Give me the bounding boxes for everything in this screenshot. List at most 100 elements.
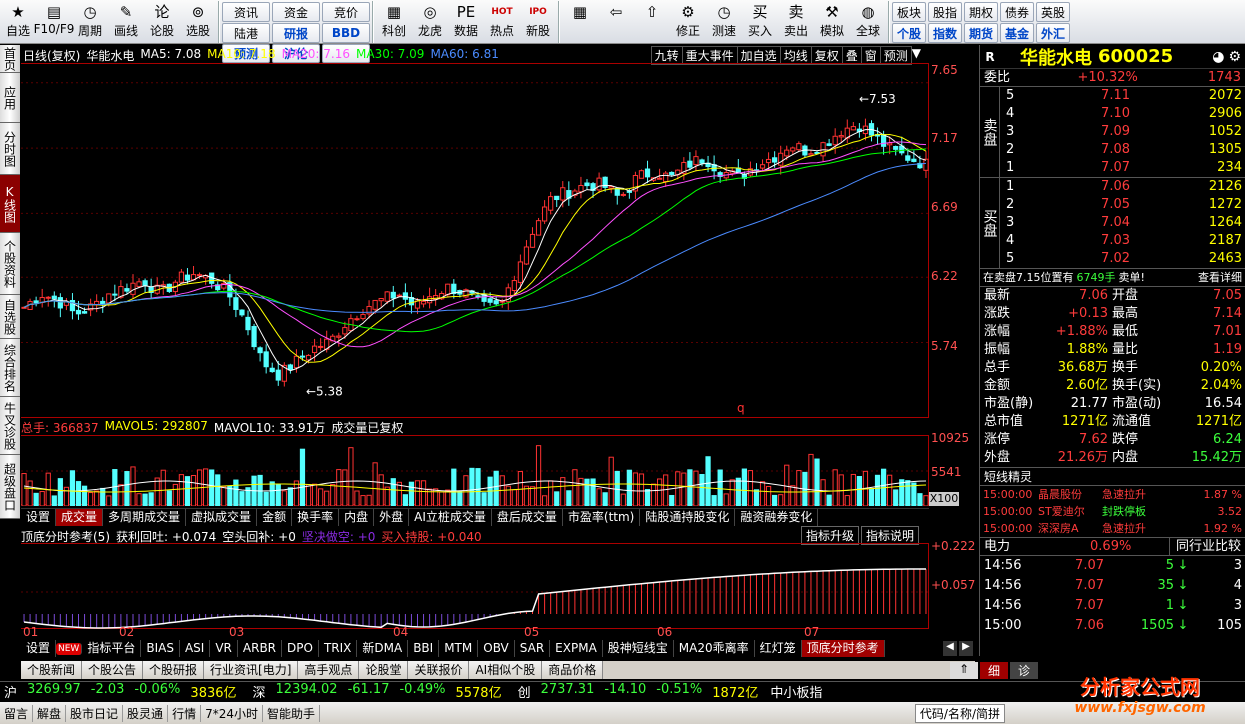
- news-tab-8[interactable]: 商品价格: [542, 661, 604, 679]
- gear-icon[interactable]: ⚙: [1228, 49, 1241, 65]
- notice-detail-link[interactable]: 查看详细: [1198, 269, 1242, 286]
- right-button-1[interactable]: ⇦: [598, 0, 634, 44]
- sprite-row[interactable]: 15:00:00 晶晨股份 急速拉升 1.87 %: [980, 486, 1245, 503]
- leftnav-item-2[interactable]: 分时图: [0, 123, 20, 175]
- status-item-3[interactable]: 股灵通: [123, 704, 169, 722]
- asks-row[interactable]: 1 7.07 234: [1000, 159, 1245, 177]
- market-button-5[interactable]: 个股: [892, 23, 926, 43]
- left-button-5[interactable]: ⊚ 选股: [180, 0, 216, 44]
- market-button-0[interactable]: 板块: [892, 2, 926, 22]
- bottom-tab-13[interactable]: SAR: [515, 640, 551, 657]
- market-button-8[interactable]: 基金: [1000, 23, 1034, 43]
- grid-button-1[interactable]: 资金: [272, 2, 320, 22]
- bottom-tab-14[interactable]: EXPMA: [550, 640, 603, 657]
- vol-tab-5[interactable]: 换手率: [292, 509, 340, 526]
- right-button-0[interactable]: ▦: [562, 0, 598, 44]
- leftnav-item-5[interactable]: 自选股: [0, 295, 20, 339]
- sprite-row[interactable]: 15:00:00 深深房A 急速拉升 1.92 %: [980, 520, 1245, 537]
- bids-row[interactable]: 5 7.02 2463: [1000, 250, 1245, 268]
- bids-row[interactable]: 2 7.05 1272: [1000, 196, 1245, 214]
- bottom-tab-11[interactable]: MTM: [439, 640, 479, 657]
- bids-row[interactable]: 1 7.06 2126: [1000, 178, 1245, 196]
- market-button-3[interactable]: 债券: [1000, 2, 1034, 22]
- news-tab-3[interactable]: 行业资讯[电力]: [204, 661, 299, 679]
- market-button-1[interactable]: 股指: [928, 2, 962, 22]
- bottom-tab-9[interactable]: 新DMA: [357, 640, 409, 657]
- vol-tab-1[interactable]: 成交量: [56, 509, 104, 526]
- right-button-7[interactable]: ⚒ 模拟: [814, 0, 850, 44]
- status-item-0[interactable]: 留言: [0, 704, 34, 722]
- vol-tab-2[interactable]: 多周期成交量: [103, 509, 187, 526]
- indicator-chart[interactable]: [21, 543, 929, 629]
- vol-tab-12[interactable]: 融资融券变化: [735, 509, 819, 526]
- market-button-7[interactable]: 期货: [964, 23, 998, 43]
- expand-up-icon[interactable]: ⇑: [950, 662, 978, 679]
- tab-diagnose[interactable]: 诊: [1010, 662, 1039, 679]
- grid-button-2[interactable]: 竞价: [322, 2, 370, 22]
- bids-row[interactable]: 3 7.04 1264: [1000, 214, 1245, 232]
- grid-button-5[interactable]: BBD: [322, 23, 370, 43]
- leftnav-item-3[interactable]: K线图: [0, 175, 20, 233]
- status-item-1[interactable]: 解盘: [33, 704, 67, 722]
- big-order-notice[interactable]: 在卖盘7.15位置有 6749手 卖单! 查看详细: [980, 269, 1245, 287]
- sprite-row[interactable]: 15:00:00 ST爱迪尔 封跌停板 3.52: [980, 503, 1245, 520]
- news-tab-7[interactable]: AI相似个股: [469, 661, 543, 679]
- market-button-4[interactable]: 英股: [1036, 2, 1070, 22]
- index-item[interactable]: 沪 3269.97 -2.03 -0.06% 3836亿: [4, 682, 237, 701]
- leftnav-item-1[interactable]: 应用: [0, 73, 20, 123]
- status-item-5[interactable]: 7*24小时: [201, 704, 263, 722]
- news-tab-4[interactable]: 高手观点: [298, 661, 360, 679]
- kline-chart[interactable]: ←7.53 ←5.38 q: [21, 63, 929, 418]
- asks-row[interactable]: 3 7.09 1052: [1000, 123, 1245, 141]
- bottom-tab-2[interactable]: 指标平台: [82, 640, 142, 657]
- leftnav-item-7[interactable]: 牛叉诊股: [0, 397, 20, 455]
- left-button-4[interactable]: 论论股: [144, 0, 180, 44]
- status-item-2[interactable]: 股市日记: [66, 704, 124, 722]
- right-button-8[interactable]: ◍ 全球: [850, 0, 886, 44]
- news-tab-1[interactable]: 个股公告: [82, 661, 144, 679]
- leftnav-item-6[interactable]: 综合排名: [0, 339, 20, 397]
- news-tab-2[interactable]: 个股研报: [143, 661, 205, 679]
- vol-tab-9[interactable]: 盘后成交量: [492, 509, 563, 526]
- vol-tab-8[interactable]: AI立桩成交量: [409, 509, 492, 526]
- bottom-tab-17[interactable]: 红灯笼: [755, 640, 802, 657]
- bottom-tab-15[interactable]: 股神短线宝: [603, 640, 674, 657]
- code-search-input[interactable]: 代码/名称/简拼: [914, 703, 1005, 723]
- mid-button-1[interactable]: ◎ 龙虎: [412, 0, 448, 44]
- vol-tab-3[interactable]: 虚拟成交量: [186, 509, 258, 526]
- left-button-1[interactable]: ▤ F10/F9: [34, 0, 75, 44]
- mid-button-3[interactable]: HOT 热点: [484, 0, 520, 44]
- period-label[interactable]: 日线(复权): [23, 47, 80, 63]
- bottom-tab-6[interactable]: ARBR: [238, 640, 283, 657]
- index-item[interactable]: 创 2737.31 -14.10 -0.51% 1872亿: [518, 682, 759, 701]
- right-button-2[interactable]: ⇧: [634, 0, 670, 44]
- sprite-title[interactable]: 短线精灵: [980, 468, 1245, 486]
- right-button-6[interactable]: 卖卖出: [778, 0, 814, 44]
- vol-tab-4[interactable]: 金额: [257, 509, 293, 526]
- leftnav-item-4[interactable]: 个股资料: [0, 233, 20, 295]
- pie-icon[interactable]: ◕: [1212, 49, 1224, 65]
- bottom-tab-16[interactable]: MA20乖离率: [674, 640, 755, 657]
- news-tab-6[interactable]: 关联报价: [408, 661, 470, 679]
- bottom-tab-0[interactable]: 设置: [21, 640, 57, 657]
- leftnav-item-8[interactable]: 超级盘口: [0, 455, 20, 519]
- left-button-3[interactable]: ✎ 画线: [108, 0, 144, 44]
- bottom-tab-3[interactable]: BIAS: [141, 640, 180, 657]
- right-button-5[interactable]: 买买入: [742, 0, 778, 44]
- news-tab-5[interactable]: 论股堂: [359, 661, 409, 679]
- asks-row[interactable]: 4 7.10 2906: [1000, 105, 1245, 123]
- right-button-4[interactable]: ◷ 测速: [706, 0, 742, 44]
- vol-tab-10[interactable]: 市盈率(ttm): [563, 509, 641, 526]
- bottom-tab-18[interactable]: 顶底分时参考: [801, 640, 885, 657]
- bottom-tab-7[interactable]: DPO: [282, 640, 319, 657]
- volume-chart[interactable]: [21, 435, 929, 506]
- status-item-6[interactable]: 智能助手: [263, 704, 320, 722]
- index-tail[interactable]: 中小板指: [770, 682, 822, 701]
- bottom-tab-10[interactable]: BBI: [408, 640, 440, 657]
- grid-button-3[interactable]: 陆港: [222, 23, 270, 43]
- bottom-tab-8[interactable]: TRIX: [319, 640, 358, 657]
- market-button-9[interactable]: 外汇: [1036, 23, 1070, 43]
- scroll-right-icon[interactable]: ▶: [959, 641, 973, 656]
- leftnav-item-0[interactable]: 首页: [0, 45, 20, 73]
- tab-detail[interactable]: 细: [980, 662, 1009, 679]
